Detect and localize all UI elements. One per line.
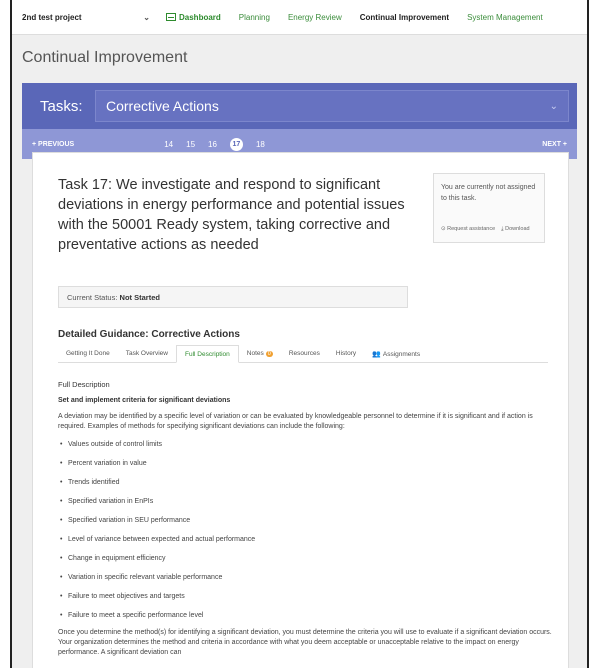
- page-title: Continual Improvement: [22, 49, 188, 66]
- list-item: Failure to meet objectives and targets: [58, 587, 553, 606]
- nav-continual-improvement[interactable]: Continual Improvement: [360, 13, 449, 22]
- status-box: Current Status: Not Started: [58, 286, 408, 308]
- next-button[interactable]: NEXT +: [542, 141, 567, 148]
- tab-resources[interactable]: Resources: [281, 345, 328, 363]
- tasks-selected-value: Corrective Actions: [106, 98, 219, 114]
- section-heading: Full Description: [58, 380, 110, 389]
- project-selector[interactable]: 2nd test project ⌄: [12, 13, 160, 22]
- dashboard-icon: [166, 12, 176, 21]
- section-subheading: Set and implement criteria for significa…: [58, 397, 231, 404]
- download-link[interactable]: ⤓ Download: [501, 224, 529, 235]
- tab-getting-it-done[interactable]: Getting It Done: [58, 345, 118, 363]
- page-18[interactable]: 18: [256, 140, 265, 149]
- page-17-current[interactable]: 17: [229, 137, 243, 151]
- tab-assignments-label: Assignments: [382, 351, 421, 358]
- list-item: Values outside of control limits: [58, 435, 553, 454]
- chevron-down-icon: ⌄: [143, 12, 150, 22]
- assignment-box: You are currently not assigned to this t…: [433, 173, 545, 243]
- top-nav: 2nd test project ⌄ Dashboard Planning En…: [12, 0, 587, 35]
- notes-count-badge: 0: [265, 351, 273, 357]
- tab-notes[interactable]: Notes 0: [239, 345, 281, 363]
- status-label: Current Status:: [67, 293, 118, 302]
- assignment-text: You are currently not assigned to this t…: [441, 184, 536, 202]
- list-item: Specified variation in EnPIs: [58, 492, 553, 511]
- users-icon: 👥: [372, 351, 381, 358]
- guidance-title: Detailed Guidance: Corrective Actions: [58, 329, 240, 340]
- outro-paragraph: Once you determine the method(s) for ide…: [58, 629, 552, 656]
- list-item: Specified variation in SEU performance: [58, 511, 553, 530]
- description-body: Full Description Set and implement crite…: [58, 380, 553, 658]
- nav-planning[interactable]: Planning: [239, 13, 270, 22]
- request-assistance-label: Request assistance: [447, 226, 496, 232]
- list-item: Trends identified: [58, 473, 553, 492]
- tab-assignments[interactable]: 👥 Assignments: [364, 345, 428, 363]
- deviation-methods-list: Values outside of control limits Percent…: [58, 435, 553, 625]
- list-item: Change in equipment efficiency: [58, 549, 553, 568]
- tasks-dropdown[interactable]: Corrective Actions ⌄: [95, 90, 569, 122]
- nav-dashboard-label: Dashboard: [179, 12, 221, 22]
- nav-dashboard[interactable]: Dashboard: [166, 12, 221, 22]
- assignment-links: ⊙ Request assistance ⤓ Download: [441, 224, 537, 235]
- task-title: Task 17: We investigate and respond to s…: [58, 177, 405, 253]
- request-assistance-link[interactable]: ⊙ Request assistance: [441, 224, 495, 235]
- nav-energy-review[interactable]: Energy Review: [288, 13, 342, 22]
- tab-task-overview[interactable]: Task Overview: [118, 345, 176, 363]
- previous-button[interactable]: + PREVIOUS: [32, 141, 74, 148]
- list-item: Percent variation in value: [58, 454, 553, 473]
- tasks-bar: Tasks: Corrective Actions ⌄: [22, 83, 577, 129]
- tab-history[interactable]: History: [328, 345, 364, 363]
- tab-full-description[interactable]: Full Description: [176, 345, 239, 363]
- tasks-label: Tasks:: [40, 97, 83, 115]
- page-14[interactable]: 14: [164, 140, 173, 149]
- pager-numbers: 14 15 16 17 18: [164, 137, 265, 151]
- tab-notes-label: Notes: [246, 350, 264, 357]
- intro-paragraph: A deviation may be identified by a speci…: [58, 413, 533, 430]
- app-frame: 2nd test project ⌄ Dashboard Planning En…: [10, 0, 589, 668]
- chevron-down-icon: ⌄: [549, 100, 558, 112]
- guidance-tabs: Getting It Done Task Overview Full Descr…: [58, 345, 548, 363]
- download-label: Download: [505, 226, 530, 232]
- list-item: Variation in specific relevant variable …: [58, 568, 553, 587]
- page-16[interactable]: 16: [208, 140, 217, 149]
- project-name: 2nd test project: [22, 12, 82, 22]
- list-item: Failure to meet a specific performance l…: [58, 606, 553, 625]
- page-15[interactable]: 15: [186, 140, 195, 149]
- nav-system-management[interactable]: System Management: [467, 13, 543, 22]
- task-card: Task 17: We investigate and respond to s…: [32, 152, 569, 668]
- status-value: Not Started: [119, 293, 160, 302]
- list-item: Level of variance between expected and a…: [58, 530, 553, 549]
